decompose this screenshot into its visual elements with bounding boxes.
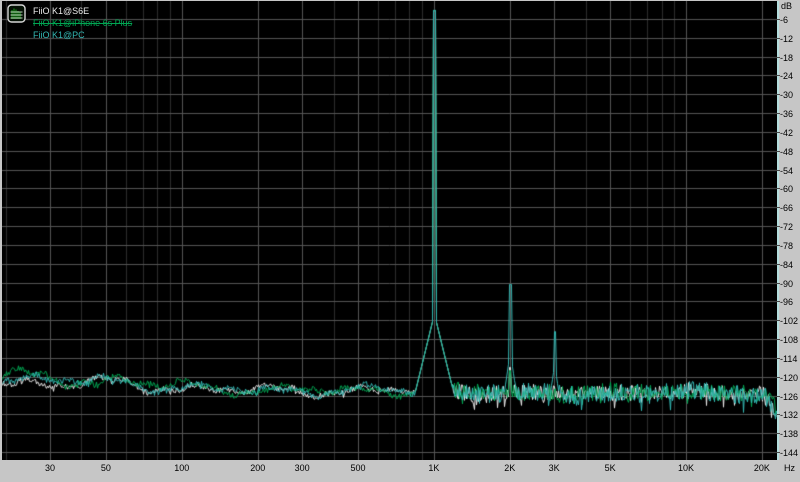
y-axis-tick-label: -6 [780, 14, 789, 25]
y-axis-tick [777, 37, 780, 39]
y-axis-tick [777, 169, 780, 171]
x-axis-tick-label: 100 [174, 463, 190, 473]
y-axis-tick-label: -114 [780, 353, 798, 364]
x-axis-tick-label: 2K [504, 463, 516, 473]
y-axis-tick [777, 395, 780, 397]
x-axis-tick-label: 300 [294, 463, 310, 473]
y-axis-tick-label: -12 [780, 33, 794, 44]
rmaa-spectrum-window: FiiO K1@S6E FiiO K1@iPhone 6s Plus FiiO K1… [0, 0, 800, 482]
y-axis-tick-label: -54 [780, 165, 794, 176]
legend-item: FiiO K1@iPhone 6s Plus [33, 18, 133, 28]
y-axis-tick [777, 94, 780, 96]
x-axis-tick-label: 10K [678, 463, 695, 473]
y-axis-tick [777, 150, 780, 152]
x-axis-unit-label: Hz [784, 463, 795, 473]
x-axis-tick-label: 3K [548, 463, 560, 473]
x-axis-tick-label: 500 [350, 463, 366, 473]
y-axis-tick [777, 339, 780, 341]
y-axis-tick-label: -132 [780, 410, 799, 421]
y-axis-tick-label: -30 [780, 90, 794, 101]
y-axis-tick-label: -36 [780, 109, 794, 120]
x-axis-tick-label: 50 [100, 463, 111, 473]
y-axis-tick-label: -72 [780, 222, 794, 233]
y-axis-tick-label: -120 [780, 372, 799, 383]
y-axis-tick [777, 18, 780, 20]
y-axis-tick [777, 414, 780, 416]
x-axis-tick-label: 20K [753, 463, 770, 473]
y-axis-tick [777, 56, 780, 58]
y-axis-tick [777, 113, 780, 115]
y-axis-tick [777, 263, 780, 265]
y-axis-tick-label: -108 [780, 335, 799, 346]
x-axis-tick-label: 1K [428, 463, 440, 473]
spectrum-chart-canvas [2, 1, 777, 460]
y-axis-tick-label: -102 [780, 316, 799, 327]
legend-item: FiiO K1@PC [33, 30, 85, 40]
y-axis-tick [777, 452, 780, 454]
y-axis-tick [777, 282, 780, 284]
y-axis-tick-label: -138 [780, 429, 799, 440]
y-axis-tick-label: -90 [780, 278, 794, 289]
y-axis-tick-label: -78 [780, 240, 794, 251]
y-axis-tick-label: -126 [780, 391, 799, 402]
x-axis-tick-label: 5K [604, 463, 616, 473]
y-axis-tick-label: -60 [780, 184, 794, 195]
y-axis-tick [777, 207, 780, 209]
x-axis-tick-label: 200 [250, 463, 266, 473]
y-axis-tick-label: -66 [780, 203, 794, 214]
y-axis-tick [777, 188, 780, 190]
y-axis-tick [777, 433, 780, 435]
y-axis-tick [777, 320, 780, 322]
plot-area: FiiO K1@S6E FiiO K1@iPhone 6s Plus FiiO K1… [2, 1, 777, 460]
y-axis-tick [777, 301, 780, 303]
y-axis-tick-label: -96 [780, 297, 794, 308]
y-axis-unit-label: dB [781, 1, 793, 11]
legend-item: FiiO K1@S6E [33, 6, 90, 16]
y-axis-tick [777, 75, 780, 77]
y-axis-tick-label: -24 [780, 71, 794, 82]
y-axis-tick-label: -42 [780, 127, 794, 138]
y-axis-tick [777, 357, 780, 359]
y-axis-tick [777, 244, 780, 246]
y-axis-tick-label: -84 [780, 259, 794, 270]
legend: FiiO K1@S6E FiiO K1@iPhone 6s Plus FiiO K1… [7, 4, 132, 41]
x-axis-tick-label: 30 [44, 463, 56, 473]
y-axis-tick [777, 131, 780, 133]
y-axis-tick [777, 376, 780, 378]
spectrum-icon [7, 4, 26, 23]
plot-right-border [777, 1, 779, 460]
y-axis-tick [777, 226, 780, 228]
y-axis-tick-label: -18 [780, 52, 794, 63]
y-axis-tick-label: -48 [780, 146, 794, 157]
y-axis-tick-label: -144 [780, 448, 799, 459]
legend-items: FiiO K1@S6E FiiO K1@iPhone 6s Plus FiiO K1… [33, 4, 132, 41]
